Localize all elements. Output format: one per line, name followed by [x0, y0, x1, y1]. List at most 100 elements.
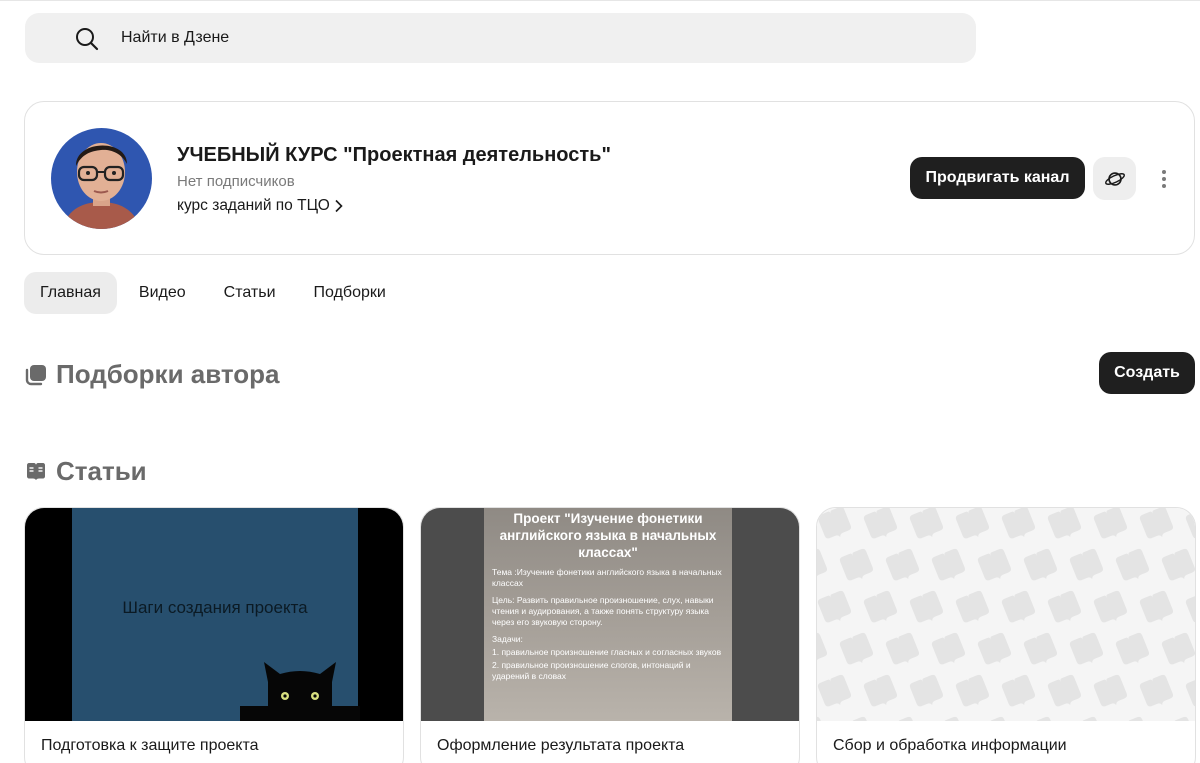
book-pattern-icon [955, 590, 990, 623]
book-pattern-icon [885, 548, 920, 581]
article-thumbnail: Шаги создания проекта [25, 508, 403, 721]
book-pattern-icon [1161, 548, 1195, 581]
poster-task: 2. правильное произношение слогов, интон… [492, 660, 691, 681]
book-pattern-icon [955, 508, 990, 539]
book-pattern-icon [817, 590, 852, 623]
book-pattern-icon [1001, 590, 1036, 623]
channel-title: УЧЕБНЫЙ КУРС "Проектная деятельность" [177, 144, 611, 166]
book-pattern-icon [977, 716, 1012, 721]
book-pattern-icon [1047, 674, 1082, 707]
channel-avatar[interactable] [51, 128, 152, 229]
search-bar[interactable]: Найти в Дзене [25, 13, 976, 63]
book-pattern-icon [1161, 632, 1195, 665]
book-pattern-icon [931, 716, 966, 721]
dot-icon [1162, 170, 1166, 174]
book-pattern-icon [1093, 674, 1128, 707]
book-pattern-icon [1069, 716, 1104, 721]
book-pattern-icon [863, 508, 898, 539]
book-pattern-icon [1093, 590, 1128, 623]
book-pattern-icon [931, 548, 966, 581]
book-pattern-icon [1139, 674, 1174, 707]
cat-illustration [240, 662, 360, 721]
articles-section-header: Статьи [24, 456, 147, 487]
dot-icon [1162, 184, 1166, 188]
book-pattern-icon [1093, 508, 1128, 539]
search-icon [76, 28, 99, 51]
poster-body: Тема :Изучение фонетики английского язык… [484, 567, 732, 682]
book-pattern-icon [1185, 590, 1195, 623]
article-card[interactable]: Проект "Изучение фонетики английского яз… [420, 507, 800, 763]
poster-goal: Цель: Развить правильное произношение, с… [492, 595, 714, 627]
book-pattern-icon [1023, 548, 1058, 581]
channel-header-card: УЧЕБНЫЙ КУРС "Проектная деятельность" Не… [24, 101, 1195, 255]
collections-section-header: Подборки автора [24, 359, 280, 390]
book-pattern-icon [1115, 716, 1150, 721]
article-thumbnail: Проект "Изучение фонетики английского яз… [421, 508, 799, 721]
book-pattern-icon [1185, 508, 1195, 539]
articles-title: Статьи [56, 456, 147, 486]
book-pattern-icon [1161, 716, 1195, 721]
book-pattern-icon [1185, 674, 1195, 707]
article-book-icon [27, 462, 45, 480]
chevron-right-icon [335, 199, 343, 213]
create-collection-button[interactable]: Создать [1099, 352, 1195, 394]
poster-theme: Тема :Изучение фонетики английского язык… [492, 567, 722, 588]
book-pattern-icon [885, 716, 920, 721]
poster-task: 1. правильное произношение гласных и сог… [492, 647, 722, 657]
subscriber-count: Нет подписчиков [177, 173, 295, 190]
promote-channel-button[interactable]: Продвигать канал [910, 157, 1085, 199]
book-pattern-icon [817, 632, 828, 665]
book-pattern-icon [839, 548, 874, 581]
article-title[interactable]: Подготовка к защите проекта [41, 737, 259, 755]
book-pattern-icon [1047, 590, 1082, 623]
book-pattern-icon [1139, 590, 1174, 623]
poster-heading: Проект "Изучение фонетики английского яз… [499, 511, 717, 560]
thumbnail-text: Шаги создания проекта [122, 598, 308, 617]
tab-main[interactable]: Главная [24, 272, 117, 314]
article-card[interactable]: Сбор и обработка информации [816, 507, 1196, 763]
channel-tabs: Главная Видео Статьи Подборки [24, 272, 402, 314]
more-options-button[interactable] [1155, 164, 1173, 194]
book-pattern-icon [977, 632, 1012, 665]
article-title[interactable]: Оформление результата проекта [437, 737, 684, 755]
book-pattern-icon [885, 632, 920, 665]
book-pattern-icon [1001, 508, 1036, 539]
book-pattern [817, 508, 1195, 721]
book-pattern-icon [839, 716, 874, 721]
article-thumbnail-placeholder [817, 508, 1195, 721]
book-pattern-icon [817, 508, 852, 539]
planet-icon [1104, 171, 1125, 186]
book-pattern-icon [1139, 508, 1174, 539]
tab-collections[interactable]: Подборки [298, 272, 402, 314]
channel-description: курс заданий по ТЦО [177, 197, 330, 214]
article-title[interactable]: Сбор и обработка информации [833, 737, 1067, 755]
article-card[interactable]: Шаги создания проекта Подготовка к защит… [24, 507, 404, 763]
collections-icon [25, 364, 46, 385]
planet-button[interactable] [1093, 157, 1136, 200]
channel-description-link[interactable]: курс заданий по ТЦО [177, 197, 344, 215]
poster-tasks-label: Задачи: [492, 634, 523, 644]
collections-title: Подборки автора [56, 359, 280, 389]
book-pattern-icon [1023, 716, 1058, 721]
book-pattern-icon [909, 590, 944, 623]
book-pattern-icon [931, 632, 966, 665]
book-pattern-icon [977, 548, 1012, 581]
project-poster: Проект "Изучение фонетики английского яз… [484, 508, 732, 721]
search-input[interactable]: Найти в Дзене [121, 29, 229, 47]
book-pattern-icon [909, 674, 944, 707]
book-pattern-icon [817, 674, 852, 707]
top-divider [0, 0, 1200, 1]
tab-video[interactable]: Видео [123, 272, 202, 314]
book-pattern-icon [863, 590, 898, 623]
tab-articles[interactable]: Статьи [208, 272, 292, 314]
book-pattern-icon [817, 548, 828, 581]
book-pattern-icon [817, 716, 828, 721]
dot-icon [1162, 177, 1166, 181]
book-pattern-icon [1047, 508, 1082, 539]
book-pattern-icon [863, 674, 898, 707]
book-pattern-icon [955, 674, 990, 707]
book-pattern-icon [1115, 632, 1150, 665]
book-pattern-icon [1069, 632, 1104, 665]
book-pattern-icon [839, 632, 874, 665]
book-pattern-icon [1115, 548, 1150, 581]
